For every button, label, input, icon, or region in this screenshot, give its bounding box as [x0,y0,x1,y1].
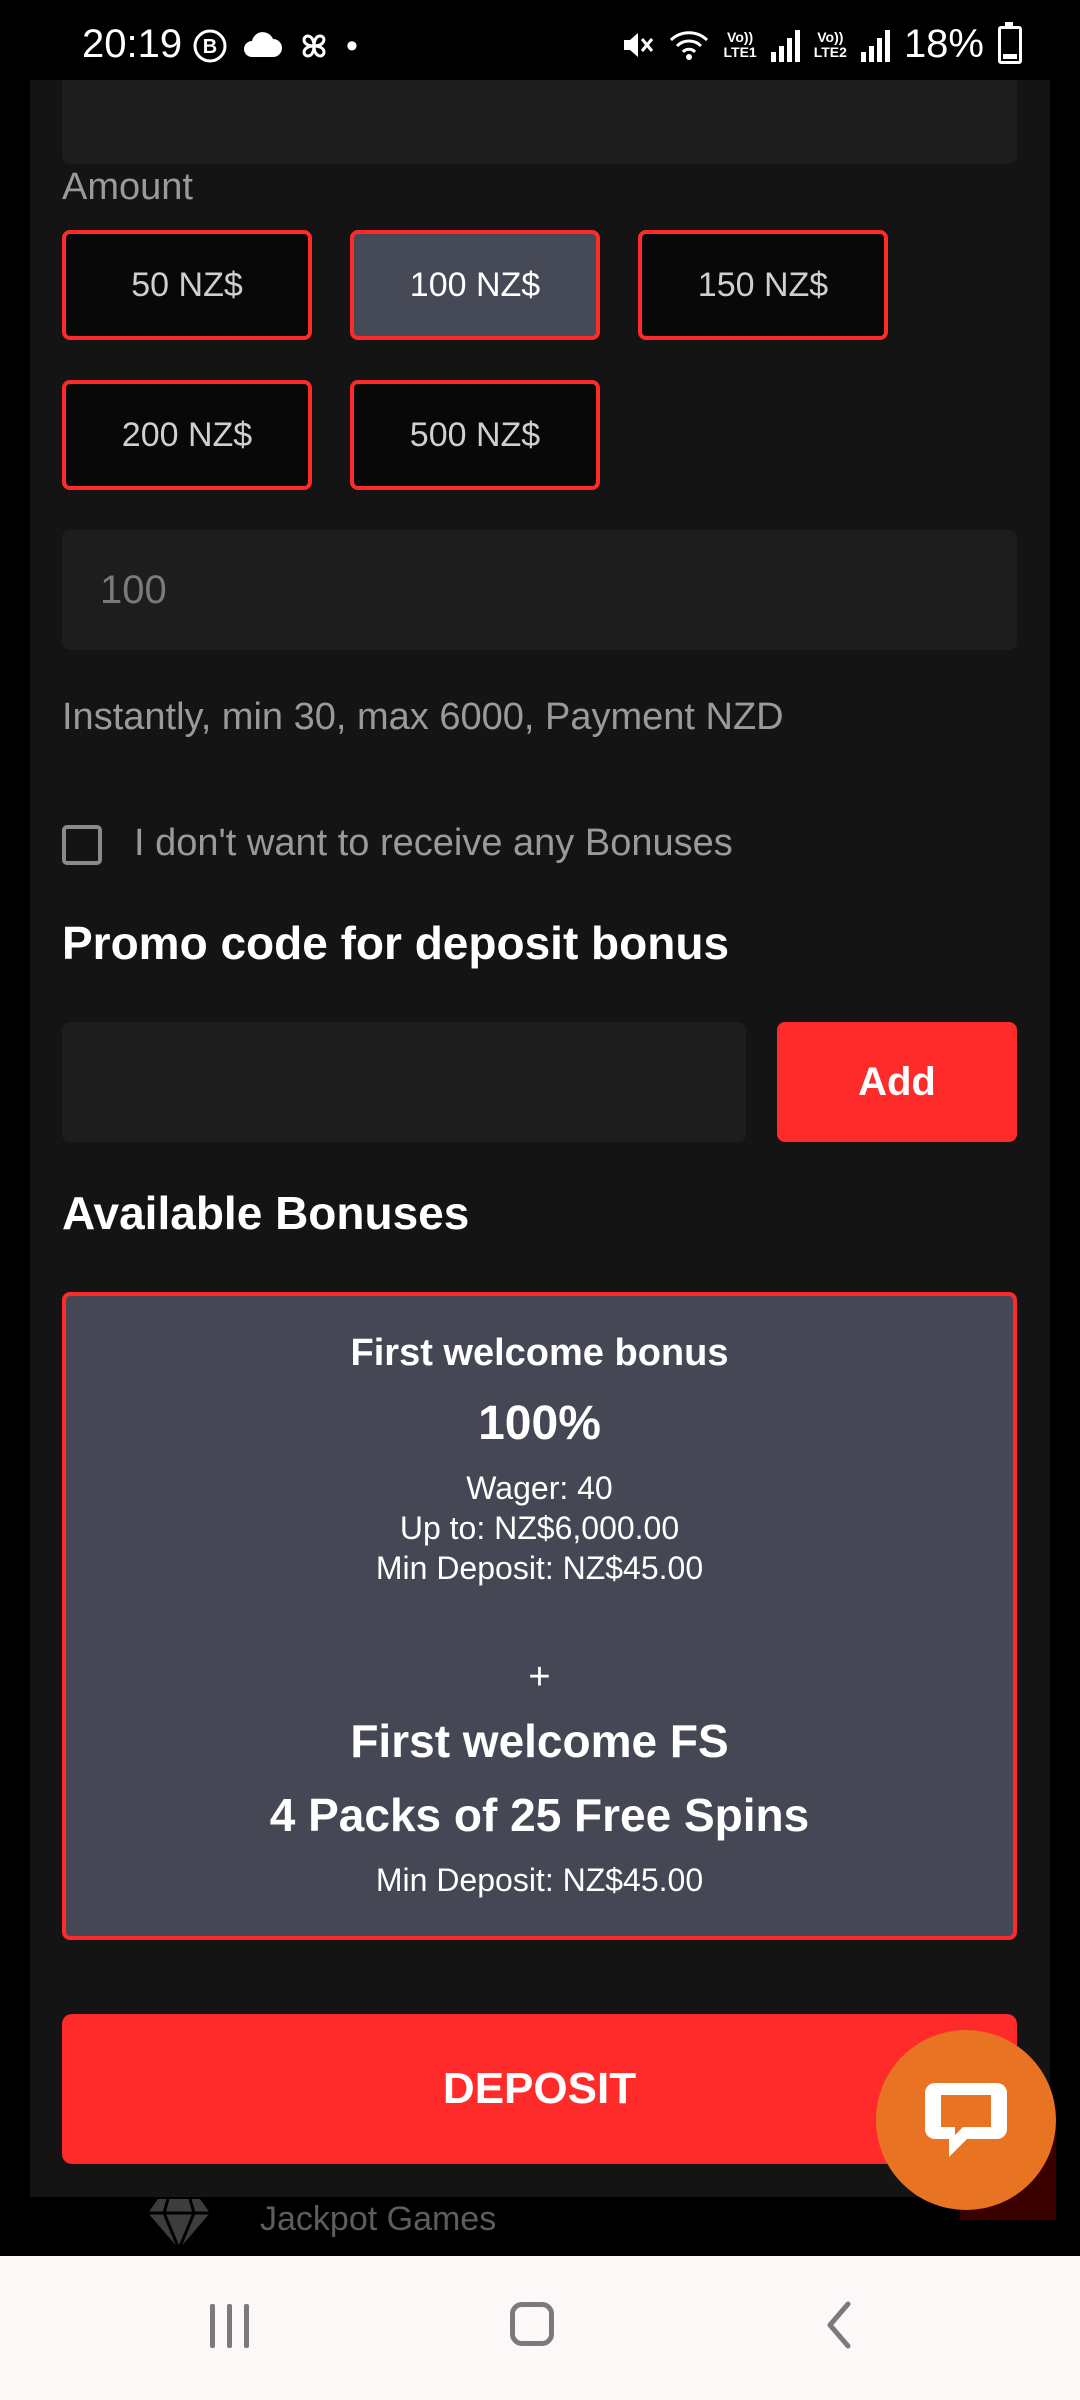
back-button[interactable] [824,2300,854,2350]
cloud-icon [244,32,282,57]
lte2-indicator: Vo)) LTE2 [813,28,847,60]
no-bonus-checkbox-label[interactable]: I don't want to receive any Bonuses [134,822,733,865]
amount-chip-150[interactable]: 150 NZ$ [638,230,888,340]
fs-title: First welcome FS [350,1715,729,1767]
mute-icon [623,32,653,57]
diamond-icon [148,2198,210,2251]
bonus-min-deposit: Min Deposit: NZ$45.00 [375,1550,704,1586]
bonus-up-to: Up to: NZ$6,000.00 [399,1510,680,1546]
no-bonus-checkbox[interactable] [62,825,102,865]
amount-label: Amount [62,166,193,208]
bonus-card[interactable]: First welcome bonus 100% Wager: 40 Up to… [62,1292,1017,1940]
live-chat-button[interactable] [876,2030,1056,2210]
amount-chip-200[interactable]: 200 NZ$ [62,380,312,490]
bonus-wager: Wager: 40 [466,1470,613,1506]
home-button[interactable] [510,2302,554,2346]
chat-bubble-icon [925,2083,1007,2157]
fs-min-deposit: Min Deposit: NZ$45.00 [375,1862,704,1898]
amount-chip-500[interactable]: 500 NZ$ [350,380,600,490]
wifi-icon [669,30,708,60]
recent-apps-button[interactable] [210,2304,249,2348]
payment-method-field[interactable] [62,80,1017,164]
battery-icon [998,21,1022,64]
deposit-button[interactable]: DEPOSIT [62,2014,1017,2164]
signal-1-icon [770,28,800,62]
amount-chip-50[interactable]: 50 NZ$ [62,230,312,340]
deposit-limits-hint: Instantly, min 30, max 6000, Payment NZD [62,696,784,738]
dot-icon: • [346,27,358,65]
bonus-percent: 100% [478,1397,601,1450]
promo-heading: Promo code for deposit bonus [62,917,730,969]
jackpot-games-link[interactable]: Jackpot Games [260,2200,496,2239]
fs-detail: 4 Packs of 25 Free Spins [269,1789,810,1841]
available-bonuses-heading: Available Bonuses [62,1187,470,1239]
promo-code-input[interactable] [62,1022,746,1142]
signal-2-icon [860,28,890,62]
svg-text:B: B [203,36,217,58]
pinwheel-icon [302,34,326,58]
lte1-indicator: Vo)) LTE1 [723,28,757,60]
battery-percent: 18% [903,22,984,66]
amount-chip-100[interactable]: 100 NZ$ [350,230,600,340]
status-time: 20:19 [82,22,183,66]
bonus-title: First welcome bonus [350,1332,729,1374]
b-circle-icon: B [193,29,227,63]
add-promo-button[interactable]: Add [777,1022,1017,1142]
amount-input[interactable]: 100 [62,530,1017,650]
bonus-plus: + [528,1656,551,1698]
